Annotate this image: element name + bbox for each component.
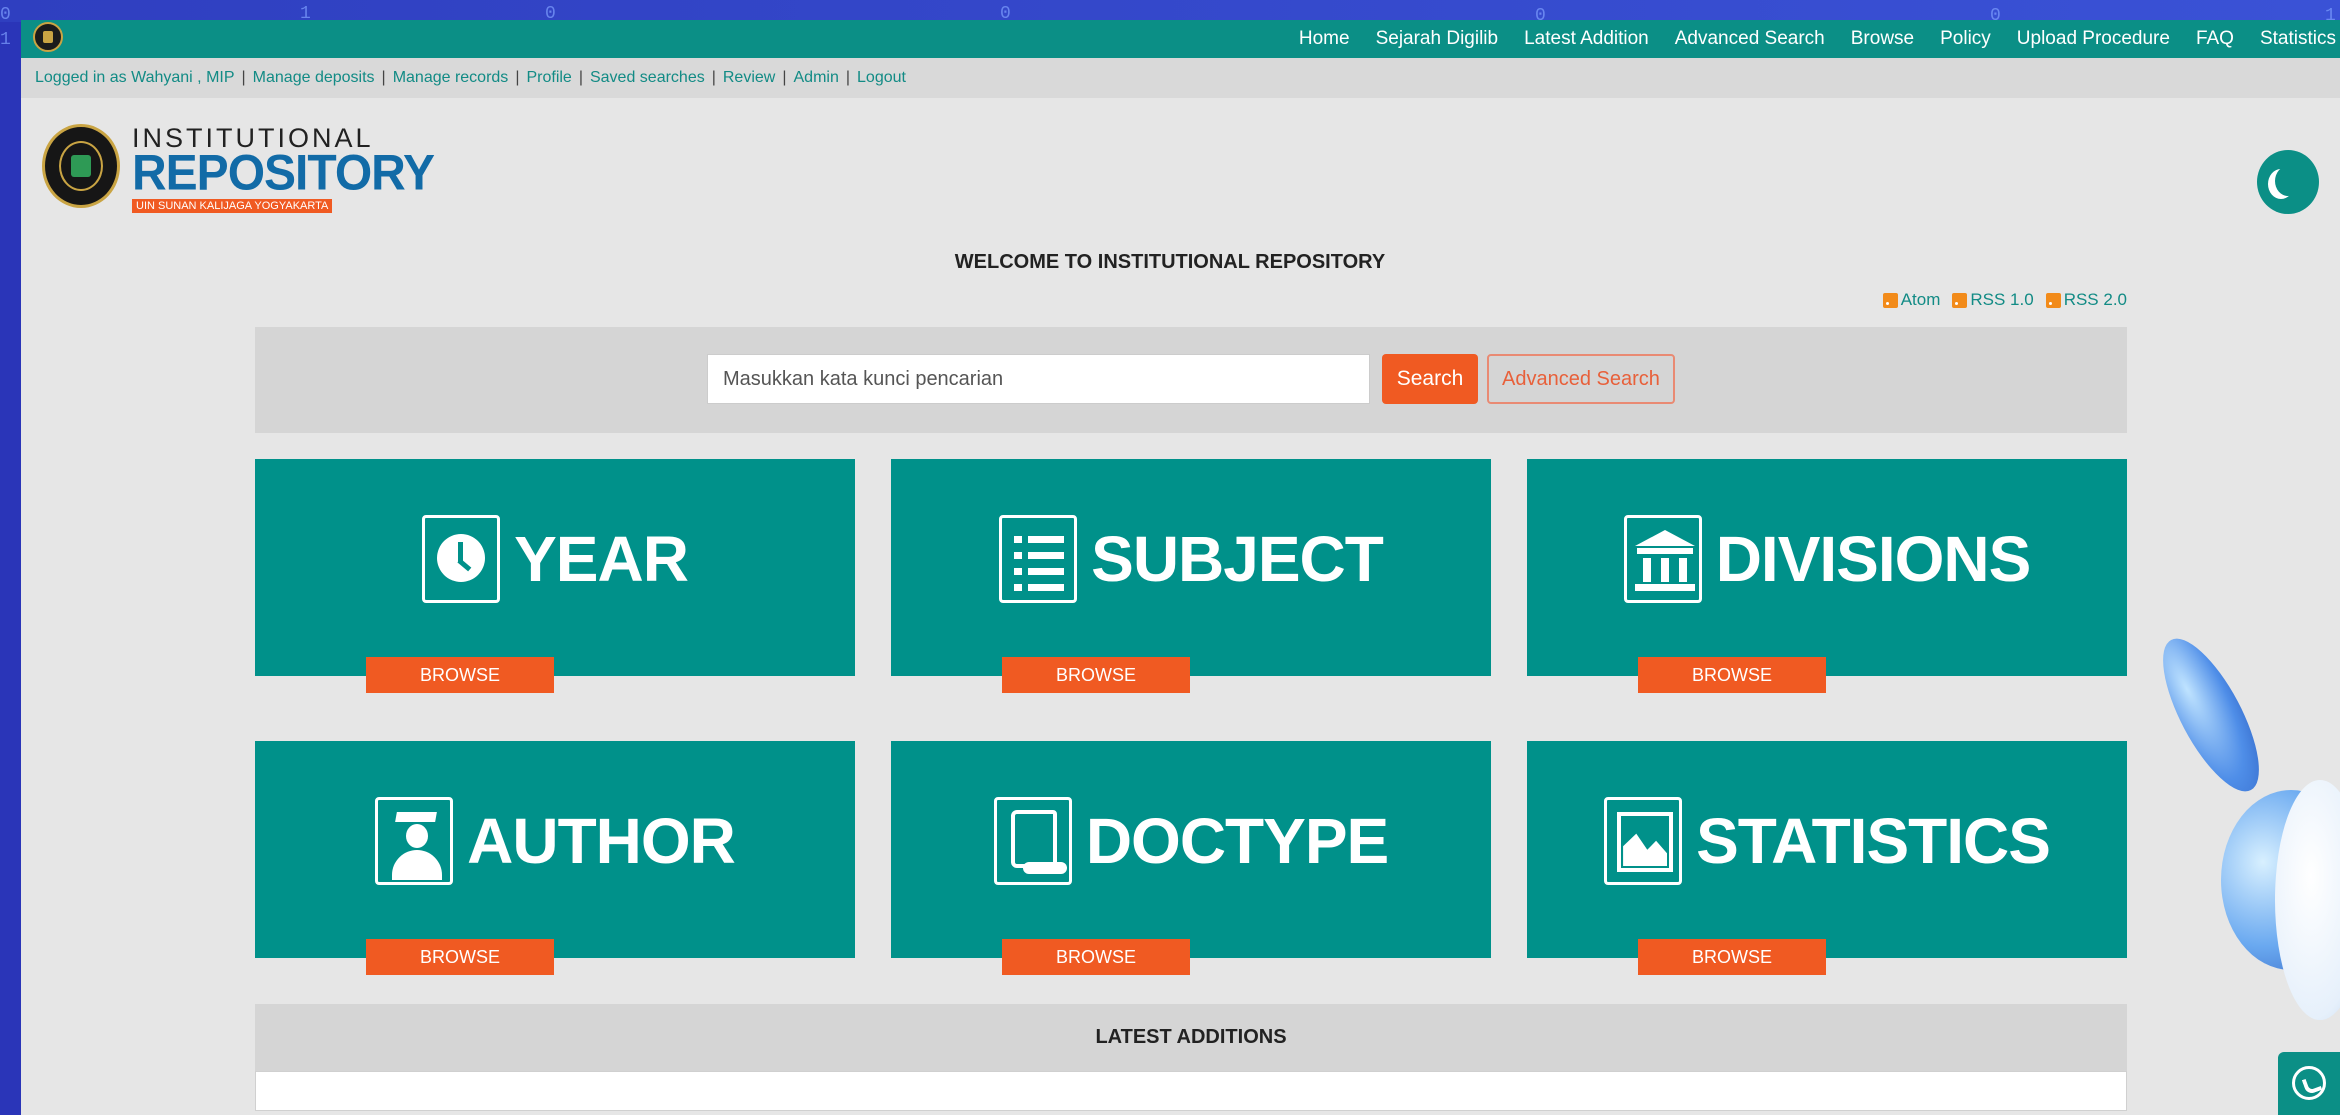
browse-year-button[interactable]: BROWSE (366, 657, 554, 693)
browse-subject-button[interactable]: BROWSE (1002, 657, 1190, 693)
feed-links: Atom RSS 1.0 RSS 2.0 (1871, 290, 2127, 310)
browse-doctype-button[interactable]: BROWSE (1002, 939, 1190, 975)
nav-faq[interactable]: FAQ (2196, 28, 2234, 50)
site-logo[interactable]: INSTITUTIONAL REPOSITORY UIN SUNAN KALIJ… (42, 124, 435, 214)
separator: | (515, 69, 520, 86)
chatbot-mascot-icon[interactable] (2144, 625, 2340, 1020)
feed-atom[interactable]: Atom (1882, 290, 1940, 310)
user-toolbar: Logged in as Wahyani , MIP | Manage depo… (21, 58, 2340, 98)
link-admin[interactable]: Admin (794, 69, 839, 87)
tile-label: STATISTICS (1696, 805, 2051, 877)
separator: | (845, 69, 851, 86)
whatsapp-icon[interactable] (2278, 1052, 2340, 1115)
rss-icon (2045, 292, 2061, 308)
building-icon (1623, 515, 1702, 603)
nav-latest-addition[interactable]: Latest Addition (1524, 28, 1649, 50)
nav-sejarah-digilib[interactable]: Sejarah Digilib (1376, 28, 1499, 50)
separator: | (711, 69, 716, 86)
search-button[interactable]: Search (1382, 354, 1478, 404)
area-chart-icon (1604, 797, 1683, 885)
nav-home[interactable]: Home (1299, 28, 1350, 50)
top-navbar: Home Sejarah Digilib Latest Addition Adv… (21, 20, 2340, 58)
graduate-icon (375, 797, 454, 885)
tile-divisions[interactable]: DIVISIONS BROWSE (1527, 459, 2127, 693)
nav-browse[interactable]: Browse (1851, 28, 1914, 50)
navbar-logo-icon[interactable] (33, 22, 63, 52)
nav-advanced-search[interactable]: Advanced Search (1675, 28, 1825, 50)
dark-mode-toggle-moon-icon[interactable] (2257, 150, 2319, 214)
latest-additions-header: LATEST ADDITIONS (255, 1004, 2127, 1074)
tile-label: YEAR (514, 523, 689, 595)
tile-label: AUTHOR (467, 805, 736, 877)
tile-label: DIVISIONS (1715, 523, 2032, 595)
tile-statistics[interactable]: STATISTICS BROWSE (1527, 741, 2127, 975)
advanced-search-button[interactable]: Advanced Search (1487, 354, 1675, 404)
link-logout[interactable]: Logout (857, 69, 906, 87)
link-manage-records[interactable]: Manage records (393, 69, 509, 87)
separator: | (782, 69, 787, 86)
rss-icon (1952, 292, 1968, 308)
university-seal-icon (42, 124, 120, 208)
browse-statistics-button[interactable]: BROWSE (1638, 939, 1826, 975)
separator: | (381, 69, 386, 86)
latest-additions-body (255, 1071, 2127, 1111)
rss-icon (1882, 292, 1898, 308)
tile-label: DOCTYPE (1085, 805, 1389, 877)
browse-author-button[interactable]: BROWSE (366, 939, 554, 975)
tile-label: SUBJECT (1091, 523, 1384, 595)
logo-text: INSTITUTIONAL REPOSITORY UIN SUNAN KALIJ… (132, 124, 435, 214)
logged-in-text: Logged in as Wahyani , MIP (35, 69, 235, 86)
main-nav: Home Sejarah Digilib Latest Addition Adv… (1299, 20, 2340, 58)
scroll-icon (993, 797, 1072, 885)
link-review[interactable]: Review (723, 69, 775, 87)
separator: | (241, 69, 246, 86)
feed-rss2[interactable]: RSS 2.0 (2045, 290, 2127, 310)
separator: | (578, 69, 583, 86)
feed-rss1[interactable]: RSS 1.0 (1952, 290, 2034, 310)
link-profile[interactable]: Profile (526, 69, 571, 87)
link-manage-deposits[interactable]: Manage deposits (253, 69, 375, 87)
page-title: WELCOME TO INSTITUTIONAL REPOSITORY (954, 251, 1386, 273)
nav-upload-procedure[interactable]: Upload Procedure (2017, 28, 2170, 50)
nav-statistics[interactable]: Statistics (2260, 28, 2336, 50)
search-input[interactable] (707, 354, 1370, 404)
tile-doctype[interactable]: DOCTYPE BROWSE (891, 741, 1491, 975)
tile-subject[interactable]: SUBJECT BROWSE (891, 459, 1491, 693)
list-icon (999, 515, 1078, 603)
nav-policy[interactable]: Policy (1940, 28, 1991, 50)
browse-divisions-button[interactable]: BROWSE (1638, 657, 1826, 693)
tile-year[interactable]: YEAR BROWSE (255, 459, 855, 693)
search-panel: Search Advanced Search (255, 327, 2127, 433)
link-saved-searches[interactable]: Saved searches (590, 69, 705, 87)
tile-author[interactable]: AUTHOR BROWSE (255, 741, 855, 975)
logo-line-2: REPOSITORY (132, 145, 435, 202)
clock-icon (422, 515, 501, 603)
browser-page: Home Sejarah Digilib Latest Addition Adv… (21, 20, 2340, 1115)
